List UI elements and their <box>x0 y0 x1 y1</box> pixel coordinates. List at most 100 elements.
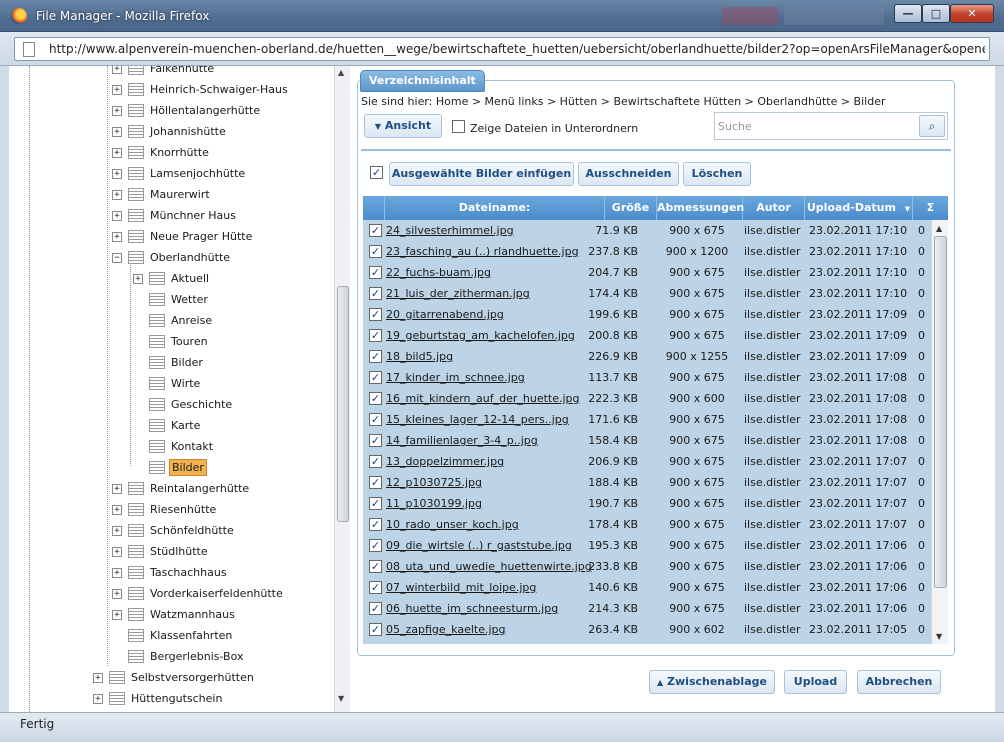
tree-item[interactable]: + Lamsenjochhütte <box>112 163 247 184</box>
tree-item-label[interactable]: Wirte <box>169 376 202 391</box>
table-row[interactable]: ✓ 19_geburtstag_am_kachelofen.jpg 200.8 KB… <box>363 325 931 346</box>
expand-icon[interactable]: + <box>112 210 122 221</box>
tree-item[interactable]: + Vorderkaiserfeldenhütte <box>112 583 285 604</box>
expand-icon[interactable]: + <box>112 147 122 158</box>
show-subfolders-checkbox[interactable] <box>452 120 465 133</box>
tree-item[interactable]: + Höllentalangerhütte <box>112 100 262 121</box>
file-name-link[interactable]: 18_bild5.jpg <box>386 350 453 363</box>
tree-item[interactable]: Bilder <box>133 457 207 478</box>
expand-icon[interactable]: + <box>112 231 122 242</box>
tree-item[interactable]: + Maurerwirt <box>112 184 212 205</box>
tree-item[interactable]: + Selbstversorgerhütten <box>93 667 256 688</box>
tree-item[interactable]: Wirte <box>133 373 202 394</box>
table-row[interactable]: ✓ 24_silvesterhimmel.jpg 71.9 KB 900 x 675 i… <box>363 220 931 241</box>
tree-item-label[interactable]: Lamsenjochhütte <box>148 166 247 181</box>
minimize-button[interactable]: — <box>894 4 922 23</box>
tree-item-label[interactable]: Stüdlhütte <box>148 544 210 559</box>
tree-item-label[interactable]: Schönfeldhütte <box>148 523 236 538</box>
tree-item[interactable]: Geschichte <box>133 394 234 415</box>
expand-icon[interactable]: + <box>112 588 122 599</box>
tree-item[interactable]: + Hüttengutschein <box>93 688 224 709</box>
file-name-link[interactable]: 19_geburtstag_am_kachelofen.jpg <box>386 329 575 342</box>
tree-item-label[interactable]: Riesenhütte <box>148 502 218 517</box>
tree-item-label[interactable]: Maurerwirt <box>148 187 212 202</box>
tree-item[interactable]: + Taschachhaus <box>112 562 229 583</box>
tree-item-label[interactable]: Neue Prager Hütte <box>148 229 254 244</box>
row-checkbox[interactable]: ✓ <box>369 560 382 573</box>
table-row[interactable]: ✓ 20_gitarrenabend.jpg 199.6 KB 900 x 675 il… <box>363 304 931 325</box>
collapse-icon[interactable]: − <box>112 252 122 263</box>
tree-item-label[interactable]: Anreise <box>169 313 214 328</box>
upload-button[interactable]: Upload <box>784 670 847 694</box>
file-name-link[interactable]: 08_uta_und_uwedie_huettenwirte.jpg <box>386 560 592 573</box>
file-name-link[interactable]: 15_kleines_lager_12-14_pers..jpg <box>386 413 569 426</box>
tree-item[interactable]: Bilder <box>133 352 205 373</box>
expand-icon[interactable]: + <box>112 126 122 137</box>
table-row[interactable]: ✓ 08_uta_und_uwedie_huettenwirte.jpg 233.8… <box>363 556 931 577</box>
tree-item-label[interactable]: Hüttengutschein <box>129 691 224 706</box>
tree-item-label[interactable]: Kontakt <box>169 439 215 454</box>
tree-item[interactable]: + Falkenhütte <box>112 66 216 79</box>
tree-item[interactable]: Wetter <box>133 289 210 310</box>
table-row[interactable]: ✓ 05_zapfige_kaelte.jpg 263.4 KB 900 x 602 i… <box>363 619 931 640</box>
tree-item-label[interactable]: Oberlandhütte <box>148 250 232 265</box>
close-window-button[interactable]: ✕ <box>950 4 994 23</box>
tree-item-label[interactable]: Selbstversorgerhütten <box>129 670 256 685</box>
table-row[interactable]: ✓ 23_fasching_au (..) rlandhuette.jpg 237.… <box>363 241 931 262</box>
file-name-link[interactable]: 07_winterbild_mit_loipe.jpg <box>386 581 536 594</box>
file-name-link[interactable]: 20_gitarrenabend.jpg <box>386 308 504 321</box>
tree-item[interactable]: Touren <box>133 331 210 352</box>
tree-item[interactable]: + Riesenhütte <box>112 499 218 520</box>
expand-icon[interactable]: + <box>112 84 122 95</box>
table-row[interactable]: ✓ 07_winterbild_mit_loipe.jpg 140.6 KB 900 … <box>363 577 931 598</box>
file-name-link[interactable]: 10_rado_unser_koch.jpg <box>386 518 519 531</box>
grid-scroll-thumb[interactable] <box>934 236 947 588</box>
column-header-size[interactable]: Größe <box>605 196 657 220</box>
table-row[interactable]: ✓ 13_doppelzimmer.jpg 206.9 KB 900 x 675 ils… <box>363 451 931 472</box>
row-checkbox[interactable]: ✓ <box>369 518 382 531</box>
tree-item-label[interactable]: Klassenfahrten <box>148 628 234 643</box>
row-checkbox[interactable]: ✓ <box>369 245 382 258</box>
tree-item-label[interactable]: Knorrhütte <box>148 145 211 160</box>
tree-item-label[interactable]: Vorderkaiserfeldenhütte <box>148 586 285 601</box>
tree-item-label[interactable]: Höllentalangerhütte <box>148 103 262 118</box>
address-url[interactable]: http://www.alpenverein-muenchen-oberland… <box>49 42 985 56</box>
insert-selected-images-button[interactable]: Ausgewählte Bilder einfügen <box>389 162 574 186</box>
tree-item-label[interactable]: Heinrich-Schwaiger-Haus <box>148 82 290 97</box>
row-checkbox[interactable]: ✓ <box>369 392 382 405</box>
file-name-link[interactable]: 09_die_wirtsle (..) r_gaststube.jpg <box>386 539 572 552</box>
row-checkbox[interactable]: ✓ <box>369 329 382 342</box>
search-input[interactable]: Suche <box>718 120 752 133</box>
clipboard-button[interactable]: ▲ Zwischenablage <box>649 670 775 694</box>
file-name-link[interactable]: 21_luis_der_zitherman.jpg <box>386 287 530 300</box>
scroll-up-icon[interactable]: ▲ <box>338 68 344 77</box>
row-checkbox[interactable]: ✓ <box>369 497 382 510</box>
row-checkbox[interactable]: ✓ <box>369 350 382 363</box>
expand-icon[interactable]: + <box>112 168 122 179</box>
expand-icon[interactable]: + <box>112 189 122 200</box>
table-row[interactable]: ✓ 22_fuchs-buam.jpg 204.7 KB 900 x 675 ilse.… <box>363 262 931 283</box>
file-name-link[interactable]: 23_fasching_au (..) rlandhuette.jpg <box>386 245 579 258</box>
tree-item-label[interactable]: Taschachhaus <box>148 565 229 580</box>
tree-item-label[interactable]: Johannishütte <box>148 124 228 139</box>
tree-item[interactable]: Anreise <box>133 310 214 331</box>
expand-icon[interactable]: + <box>93 672 103 683</box>
tree-item[interactable]: Klassenfahrten <box>112 625 234 646</box>
file-name-link[interactable]: 14_familienlager_3-4_p..jpg <box>386 434 538 447</box>
view-button[interactable]: ▼ Ansicht <box>364 114 442 138</box>
row-checkbox[interactable]: ✓ <box>369 371 382 384</box>
tree-item-label[interactable]: Bilder <box>169 355 205 370</box>
tree-item-label[interactable]: Karte <box>169 418 202 433</box>
column-header-dimensions[interactable]: Abmessungen <box>657 196 744 220</box>
select-all-checkbox[interactable]: ✓ <box>370 166 383 179</box>
tree-item[interactable]: + Münchner Haus <box>112 205 238 226</box>
table-row[interactable]: ✓ 17_kinder_im_schnee.jpg 113.7 KB 900 x 67… <box>363 367 931 388</box>
file-name-link[interactable]: 13_doppelzimmer.jpg <box>386 455 504 468</box>
file-name-link[interactable]: 11_p1030199.jpg <box>386 497 482 510</box>
tree-item-label[interactable]: Geschichte <box>169 397 234 412</box>
address-field[interactable]: http://www.alpenverein-muenchen-oberland… <box>14 37 990 61</box>
file-name-link[interactable]: 16_mit_kindern_auf_der_huette.jpg <box>386 392 580 405</box>
tree-item-label[interactable]: Bergerlebnis-Box <box>148 649 246 664</box>
maximize-button[interactable]: □ <box>922 4 950 23</box>
expand-icon[interactable]: + <box>112 546 122 557</box>
